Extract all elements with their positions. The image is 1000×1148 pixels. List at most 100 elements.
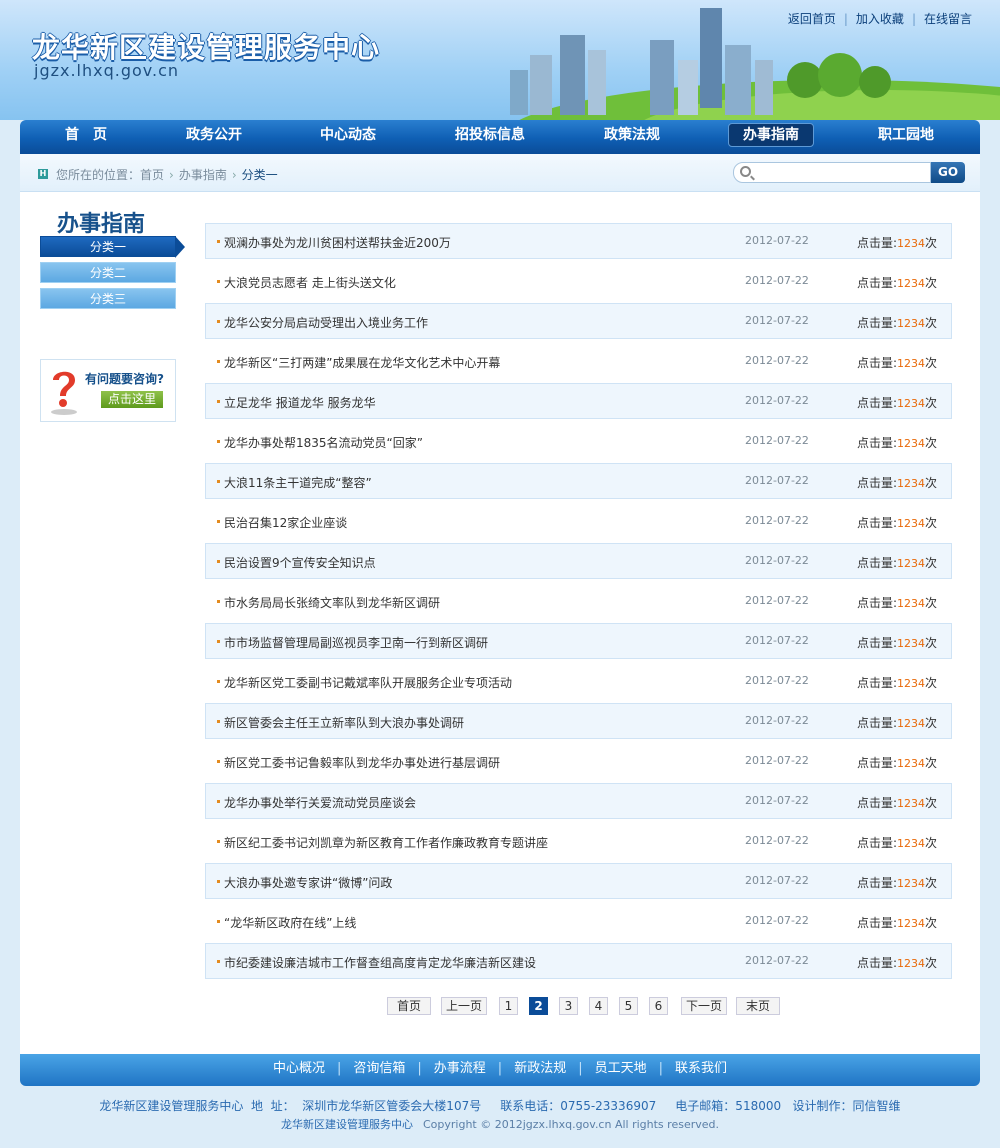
sidebar-item-category-2[interactable]: 分类二 bbox=[40, 262, 176, 283]
sidebar-item-category-3[interactable]: 分类三 bbox=[40, 288, 176, 309]
nav-item-policy[interactable]: 政策法规 bbox=[560, 120, 704, 154]
top-link-message[interactable]: 在线留言 bbox=[924, 12, 972, 26]
article-title-link[interactable]: “龙华新区政府在线”上线 bbox=[224, 914, 356, 931]
hits-count: 1234 bbox=[897, 797, 926, 810]
bullet-icon bbox=[217, 440, 220, 443]
article-title-link[interactable]: 民治召集12家企业座谈 bbox=[224, 514, 347, 531]
article-title-link[interactable]: 大浪11条主干道完成“整容” bbox=[224, 474, 372, 491]
article-title-link[interactable]: 龙华新区“三打两建”成果展在龙华文化艺术中心开幕 bbox=[224, 354, 500, 371]
article-title-link[interactable]: 新区纪工委书记刘凯章为新区教育工作者作廉政教育专题讲座 bbox=[224, 834, 548, 851]
article-title-link[interactable]: 大浪办事处邀专家讲“微博”问政 bbox=[224, 874, 392, 891]
list-item: 市纪委建设廉洁城市工作督查组高度肯定龙华廉洁新区建设 2012-07-22 点击量:… bbox=[205, 943, 952, 979]
list-item: 新区纪工委书记刘凯章为新区教育工作者作廉政教育专题讲座 2012-07-22 点击量… bbox=[205, 823, 952, 859]
pager-prev[interactable]: 上一页 bbox=[441, 997, 487, 1015]
sidebar-item-category-1[interactable]: 分类一 bbox=[40, 236, 185, 258]
article-title-link[interactable]: 龙华办事处举行关爱流动党员座谈会 bbox=[224, 794, 416, 811]
list-item: 立足龙华 报道龙华 服务龙华 2012-07-22 点击量:1234次 bbox=[205, 383, 952, 419]
article-hits: 点击量:1234次 bbox=[857, 274, 937, 291]
hits-unit: 次 bbox=[925, 756, 938, 770]
footer-link-staff[interactable]: 员工天地 bbox=[595, 1061, 647, 1076]
article-hits: 点击量:1234次 bbox=[857, 634, 937, 651]
hits-label: 点击量: bbox=[857, 716, 898, 730]
sidebar-title: 办事指南 bbox=[57, 212, 146, 237]
article-title-link[interactable]: 龙华办事处帮1835名流动党员“回家” bbox=[224, 434, 423, 451]
search-input[interactable] bbox=[756, 164, 926, 181]
nav-item-bidding[interactable]: 招投标信息 bbox=[420, 120, 560, 154]
article-title-link[interactable]: 大浪党员志愿者 走上街头送文化 bbox=[224, 274, 396, 291]
pager-page[interactable]: 6 bbox=[649, 997, 668, 1015]
breadcrumb-bar: H 您所在的位置：首页 › 办事指南 › 分类一 GO bbox=[20, 154, 980, 192]
article-hits: 点击量:1234次 bbox=[857, 234, 937, 251]
top-link-bookmark[interactable]: 加入收藏 bbox=[856, 12, 904, 26]
article-title-link[interactable]: 新区管委会主任王立新率队到大浪办事处调研 bbox=[224, 714, 464, 731]
copyright-text: Copyright © 2012jgzx.lhxq.gov.cn All rig… bbox=[423, 1118, 719, 1131]
pager-next[interactable]: 下一页 bbox=[681, 997, 727, 1015]
hits-unit: 次 bbox=[925, 396, 938, 410]
article-date: 2012-07-22 bbox=[745, 794, 809, 807]
hits-label: 点击量: bbox=[857, 236, 898, 250]
breadcrumb-guide[interactable]: 办事指南 bbox=[179, 168, 227, 182]
site-url: jgzx.lhxq.gov.cn bbox=[34, 61, 180, 80]
nav-item-guide[interactable]: 办事指南 bbox=[704, 120, 838, 154]
footer-nav: 中心概况 | 咨询信箱 | 办事流程 | 新政法规 | 员工天地 | 联系我们 bbox=[20, 1054, 980, 1086]
hits-label: 点击量: bbox=[857, 516, 898, 530]
consult-text: 有问题要咨询? bbox=[85, 372, 164, 386]
hits-unit: 次 bbox=[925, 356, 938, 370]
article-date: 2012-07-22 bbox=[745, 274, 809, 287]
article-title-link[interactable]: 市水务局局长张绮文率队到龙华新区调研 bbox=[224, 594, 440, 611]
pager-first[interactable]: 首页 bbox=[387, 997, 431, 1015]
article-date: 2012-07-22 bbox=[745, 354, 809, 367]
hits-unit: 次 bbox=[925, 236, 938, 250]
hits-unit: 次 bbox=[925, 556, 938, 570]
article-title-link[interactable]: 市纪委建设廉洁城市工作督查组高度肯定龙华廉洁新区建设 bbox=[224, 954, 536, 971]
nav-item-center-news[interactable]: 中心动态 bbox=[276, 120, 420, 154]
footer-org-name: 龙华新区建设管理服务中心 bbox=[281, 1118, 413, 1131]
search-go-button[interactable]: GO bbox=[931, 162, 965, 183]
nav-item-staff[interactable]: 职工园地 bbox=[838, 120, 974, 154]
article-title-link[interactable]: 民治设置9个宣传安全知识点 bbox=[224, 554, 376, 571]
bullet-icon bbox=[217, 680, 220, 683]
site-header: 龙华新区建设管理服务中心 jgzx.lhxq.gov.cn 返回首页 | 加入收藏 |… bbox=[0, 0, 1000, 120]
pager-page[interactable]: 5 bbox=[619, 997, 638, 1015]
pager-page[interactable]: 3 bbox=[559, 997, 578, 1015]
article-title-link[interactable]: 市市场监督管理局副巡视员李卫南一行到新区调研 bbox=[224, 634, 488, 651]
search-box bbox=[733, 162, 931, 183]
article-title-link[interactable]: 龙华新区党工委副书记戴斌率队开展服务企业专项活动 bbox=[224, 674, 512, 691]
pager-last[interactable]: 末页 bbox=[736, 997, 780, 1015]
bullet-icon bbox=[217, 640, 220, 643]
hits-count: 1234 bbox=[897, 757, 926, 770]
article-title-link[interactable]: 新区党工委书记鲁毅率队到龙华办事处进行基层调研 bbox=[224, 754, 500, 771]
article-title-link[interactable]: 龙华公安分局启动受理出入境业务工作 bbox=[224, 314, 428, 331]
article-hits: 点击量:1234次 bbox=[857, 794, 937, 811]
hits-unit: 次 bbox=[925, 316, 938, 330]
consult-button[interactable]: 点击这里 bbox=[101, 391, 163, 408]
pager-page[interactable]: 1 bbox=[499, 997, 518, 1015]
pager-page[interactable]: 4 bbox=[589, 997, 608, 1015]
bullet-icon bbox=[217, 840, 220, 843]
article-title-link[interactable]: 立足龙华 报道龙华 服务龙华 bbox=[224, 394, 376, 411]
footer-copyright: 龙华新区建设管理服务中心 Copyright © 2012jgzx.lhxq.go… bbox=[0, 1116, 1000, 1132]
nav-item-public-affairs[interactable]: 政务公开 bbox=[152, 120, 276, 154]
divider: | bbox=[658, 1061, 663, 1076]
pager-page-current[interactable]: 2 bbox=[529, 997, 548, 1015]
footer-link-mailbox[interactable]: 咨询信箱 bbox=[353, 1061, 405, 1076]
list-item: 龙华新区“三打两建”成果展在龙华文化艺术中心开幕 2012-07-22 点击量:12… bbox=[205, 343, 952, 379]
footer-link-regulations[interactable]: 新政法规 bbox=[514, 1061, 566, 1076]
hits-label: 点击量: bbox=[857, 476, 898, 490]
footer-link-process[interactable]: 办事流程 bbox=[434, 1061, 486, 1076]
footer-link-contact[interactable]: 联系我们 bbox=[675, 1061, 727, 1076]
nav-item-home[interactable]: 首 页 bbox=[20, 120, 152, 154]
hits-unit: 次 bbox=[925, 516, 938, 530]
article-date: 2012-07-22 bbox=[745, 474, 809, 487]
footer-link-overview[interactable]: 中心概况 bbox=[273, 1061, 325, 1076]
hits-count: 1234 bbox=[897, 437, 926, 450]
top-link-home[interactable]: 返回首页 bbox=[788, 12, 836, 26]
article-date: 2012-07-22 bbox=[745, 514, 809, 527]
breadcrumb-home[interactable]: 首页 bbox=[140, 168, 164, 182]
bullet-icon bbox=[217, 320, 220, 323]
article-title-link[interactable]: 观澜办事处为龙川贫困村送帮扶金近200万 bbox=[224, 234, 451, 251]
article-hits: 点击量:1234次 bbox=[857, 834, 937, 851]
list-item: 大浪办事处邀专家讲“微博”问政 2012-07-22 点击量:1234次 bbox=[205, 863, 952, 899]
hits-count: 1234 bbox=[897, 677, 926, 690]
article-hits: 点击量:1234次 bbox=[857, 554, 937, 571]
